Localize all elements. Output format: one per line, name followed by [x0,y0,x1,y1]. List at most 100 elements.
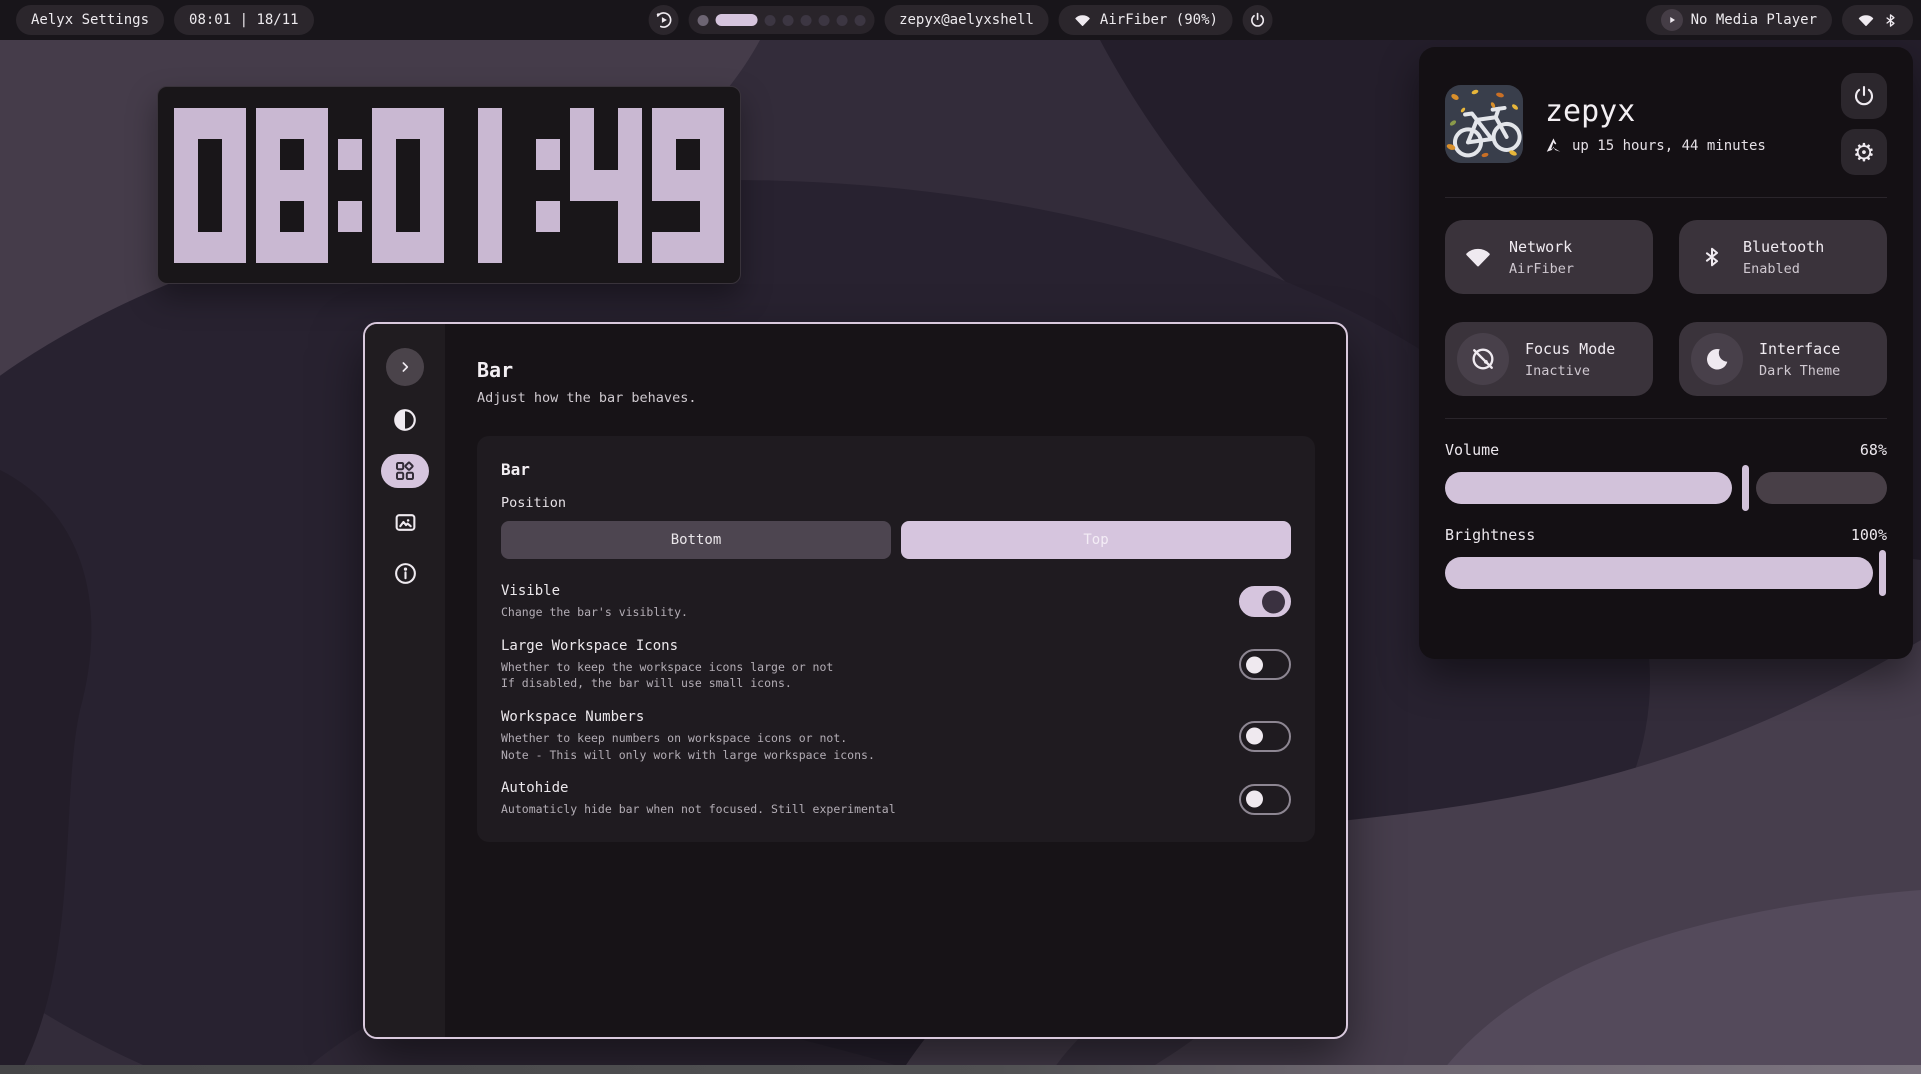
brightness-slider[interactable] [1445,550,1887,596]
wifi-icon [1857,11,1875,29]
visible-toggle[interactable] [1239,586,1291,618]
slider-fill [1445,557,1873,589]
workspace-empty-dot[interactable] [800,14,812,26]
wifi-icon [1463,242,1493,272]
workspace-empty-dot[interactable] [782,14,794,26]
toggle-knob [1246,727,1263,745]
divider [1445,418,1887,419]
toggle-knob [1246,656,1263,674]
network-card[interactable]: Network AirFiber [1445,220,1653,294]
setting-text: Large Workspace Icons Whether to keep th… [501,638,833,692]
user-host-label: zepyx@aelyxshell [899,12,1034,28]
shutdown-button[interactable] [1841,73,1887,119]
gear-icon: ⚙ [1852,137,1876,167]
toggle-knob [1246,790,1263,808]
workspace-empty-dot[interactable] [818,14,830,26]
bluetooth-icon [1697,243,1727,271]
card-title: Interface [1759,339,1841,358]
settings-content: Bar Adjust how the bar behaves. Bar Posi… [445,324,1346,1037]
workspace-indicator[interactable] [688,6,875,34]
workspace-empty-dot[interactable] [836,14,848,26]
slider-handle[interactable] [1741,465,1749,511]
setting-text: Workspace Numbers Whether to keep number… [501,709,875,763]
quick-toggle-grid: Network AirFiber Bluetooth Enabled Focus… [1445,220,1887,396]
card-text: Network AirFiber [1509,238,1574,277]
card-title: Bar [501,460,530,479]
slider-handle[interactable] [1879,550,1886,596]
power-menu-button[interactable] [1242,5,1273,35]
large-workspace-icons-toggle[interactable] [1239,649,1291,681]
slider-label: Brightness [1445,526,1536,544]
sidebar-item-appearance[interactable] [381,403,429,437]
card-title: Network [1509,237,1573,256]
workspace-empty-dot[interactable] [764,14,776,26]
connectivity-pill[interactable] [1842,5,1913,35]
user-identity: zepyx up 15 hours, 44 minutes [1545,94,1841,154]
sidebar-item-about[interactable] [381,556,429,590]
quick-settings-panel: zepyx up 15 hours, 44 minutes ⚙ Network … [1419,47,1913,659]
setting-label: Large Workspace Icons [501,637,679,654]
sidebar-expand-button[interactable] [386,348,424,386]
slider-label: Volume [1445,441,1500,459]
hidden-bar-edge[interactable] [0,1065,1921,1074]
card-subtitle: Enabled [1743,260,1800,277]
setting-description: Automaticly hide bar when not focused. S… [501,802,896,817]
contrast-icon [392,407,418,433]
settings-button[interactable]: ⚙ [1841,129,1887,175]
datetime-pill[interactable]: 08:01 | 18/11 [174,5,314,35]
uptime-row: up 15 hours, 44 minutes [1545,137,1841,154]
autohide-toggle[interactable] [1239,783,1291,815]
active-app-pill[interactable]: Aelyx Settings [16,5,165,35]
position-top-button[interactable]: Top [901,521,1291,559]
setting-row-autohide: Autohide Automaticly hide bar when not f… [501,780,1291,818]
workspace-active-dot[interactable] [715,14,758,26]
setting-label: Workspace Numbers [501,709,645,726]
card-subtitle: AirFiber [1509,260,1575,277]
position-segmented-control: Bottom Top [501,521,1291,559]
toggle-knob [1262,590,1285,614]
slider-value: 68% [1859,441,1887,459]
setting-label: Visible [501,583,561,599]
setting-text: Visible Change the bar's visiblity. [501,583,688,621]
setting-description: Whether to keep the workspace icons larg… [501,659,834,691]
setting-description: Whether to keep numbers on workspace ico… [501,731,875,762]
position-bottom-button[interactable]: Bottom [501,521,891,559]
chevron-right-icon [397,359,413,375]
clock-digits [169,107,729,263]
workspace-occupied-dot[interactable] [697,14,709,26]
focus-off-icon [1457,333,1509,385]
card-title: Bluetooth [1743,237,1825,256]
slider-value: 100% [1850,526,1887,544]
media-player-pill[interactable]: No Media Player [1645,5,1832,35]
workspace-empty-dot[interactable] [854,14,866,26]
info-icon [393,561,418,586]
setting-row-workspace-numbers: Workspace Numbers Whether to keep number… [501,709,1291,763]
slider-rest [1755,472,1887,504]
sidebar-item-wallpaper[interactable] [381,505,429,539]
focus-mode-card[interactable]: Focus Mode Inactive [1445,322,1653,396]
position-label: Position [501,495,567,511]
setting-text: Autohide Automaticly hide bar when not f… [501,780,896,818]
slider-fill [1445,472,1732,504]
sidebar-item-bar[interactable] [381,454,429,488]
bluetooth-card[interactable]: Bluetooth Enabled [1679,220,1887,294]
image-icon [393,510,418,535]
user-header: zepyx up 15 hours, 44 minutes ⚙ [1445,73,1887,175]
workspace-numbers-toggle[interactable] [1239,720,1291,752]
card-text: Interface Dark Theme [1759,340,1840,379]
card-text: Bluetooth Enabled [1743,238,1824,277]
top-bar-right: No Media Player [1645,5,1913,35]
card-subtitle: Inactive [1525,362,1591,379]
bluetooth-icon [1883,12,1898,29]
page-subtitle: Adjust how the bar behaves. [477,390,697,406]
setting-row-large-workspace-icons: Large Workspace Icons Whether to keep th… [501,638,1291,692]
slider-head: Volume 68% [1445,441,1887,459]
top-bar-left: Aelyx Settings 08:01 | 18/11 [16,5,314,35]
setting-label: Autohide [501,780,569,797]
volume-slider[interactable] [1445,465,1887,511]
idle-inhibitor-button[interactable] [648,5,679,35]
user-host-pill[interactable]: zepyx@aelyxshell [884,5,1049,35]
record-play-icon [653,10,673,30]
network-pill[interactable]: AirFiber (90%) [1058,5,1233,35]
interface-theme-card[interactable]: Interface Dark Theme [1679,322,1887,396]
